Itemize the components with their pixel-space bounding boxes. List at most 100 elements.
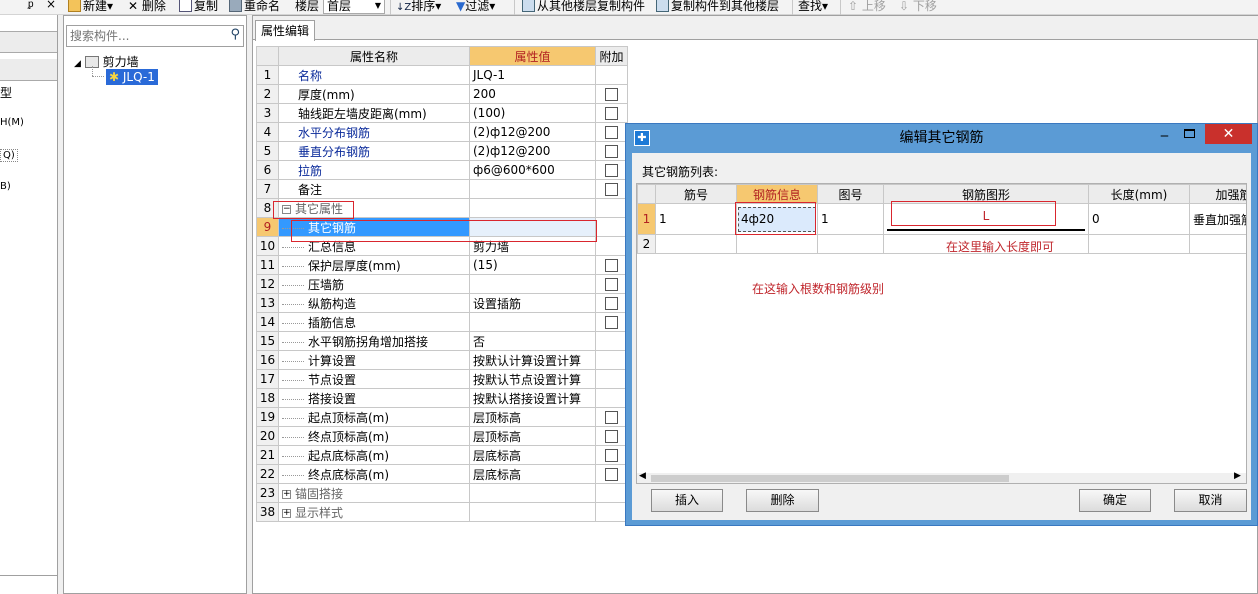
- property-value[interactable]: JLQ-1: [469, 65, 596, 85]
- extra-checkbox[interactable]: [605, 411, 618, 424]
- property-name-cell[interactable]: 起点底标高(m): [278, 445, 470, 465]
- rename-button[interactable]: 重命名: [229, 0, 280, 15]
- new-button[interactable]: 新建▾: [68, 0, 113, 15]
- property-row[interactable]: 2 厚度(mm) 200: [256, 84, 628, 104]
- property-name-cell[interactable]: 纵筋构造: [278, 293, 470, 313]
- property-row[interactable]: 19 起点顶标高(m) 层顶标高: [256, 407, 628, 427]
- cell-rebar-info[interactable]: [736, 234, 818, 254]
- property-value[interactable]: (2)ф12@200: [469, 141, 596, 161]
- extra-checkbox[interactable]: [605, 88, 618, 101]
- cell-length[interactable]: 0: [1088, 203, 1190, 235]
- extra-checkbox[interactable]: [605, 430, 618, 443]
- type-line-3[interactable]: Q): [0, 149, 18, 162]
- expand-icon[interactable]: +: [282, 508, 291, 518]
- copy-button[interactable]: 复制: [179, 0, 218, 15]
- property-value[interactable]: 按默认节点设置计算: [469, 369, 596, 389]
- property-row[interactable]: 20 终点顶标高(m) 层顶标高: [256, 426, 628, 446]
- property-value[interactable]: 否: [469, 331, 596, 351]
- extra-checkbox[interactable]: [605, 164, 618, 177]
- property-row[interactable]: 12 压墙筋: [256, 274, 628, 294]
- scroll-right-icon[interactable]: ▶: [1234, 471, 1241, 481]
- property-value[interactable]: 层顶标高: [469, 426, 596, 446]
- property-value[interactable]: 层顶标高: [469, 407, 596, 427]
- property-row[interactable]: 15 水平钢筋拐角增加搭接 否: [256, 331, 628, 351]
- property-value[interactable]: [469, 312, 596, 332]
- cell-reinforce-type[interactable]: 垂直加强筋: [1189, 203, 1246, 235]
- tree-item-jlq-1[interactable]: ✱ JLQ-1: [106, 69, 158, 85]
- cell-length[interactable]: [1088, 234, 1190, 254]
- pin-icon[interactable]: ᵱ: [28, 0, 34, 14]
- extra-checkbox[interactable]: [605, 316, 618, 329]
- delete-button[interactable]: 删除: [746, 489, 819, 512]
- property-value[interactable]: [469, 198, 596, 218]
- property-row[interactable]: 13 纵筋构造 设置插筋: [256, 293, 628, 313]
- property-name-cell[interactable]: + 显示样式: [278, 502, 470, 522]
- property-name-cell[interactable]: 水平分布钢筋: [278, 122, 470, 142]
- find-button[interactable]: 查找▾: [798, 0, 828, 15]
- copy-from-floor-button[interactable]: 从其他楼层复制构件: [522, 0, 645, 15]
- property-name-cell[interactable]: 终点顶标高(m): [278, 426, 470, 446]
- property-name-cell[interactable]: + 锚固搭接: [278, 483, 470, 503]
- ok-button[interactable]: 确定: [1079, 489, 1151, 512]
- property-value[interactable]: 按默认计算设置计算: [469, 350, 596, 370]
- property-name-cell[interactable]: 保护层厚度(mm): [278, 255, 470, 275]
- property-value[interactable]: (100): [469, 103, 596, 123]
- property-row[interactable]: 17 节点设置 按默认节点设置计算: [256, 369, 628, 389]
- property-row[interactable]: 6 拉筋 ф6@600*600: [256, 160, 628, 180]
- type-line-4[interactable]: B): [0, 181, 11, 192]
- cell-bar-no[interactable]: [655, 234, 737, 254]
- property-value[interactable]: 层底标高: [469, 445, 596, 465]
- cell-reinforce-type[interactable]: [1189, 234, 1246, 254]
- close-icon[interactable]: ✕: [1205, 124, 1252, 144]
- property-value[interactable]: (2)ф12@200: [469, 122, 596, 142]
- property-value[interactable]: 200: [469, 84, 596, 104]
- property-row[interactable]: 38 + 显示样式: [256, 502, 628, 522]
- cancel-button[interactable]: 取消: [1174, 489, 1247, 512]
- copy-to-floor-button[interactable]: 复制构件到其他楼层: [656, 0, 779, 15]
- tree-root[interactable]: ◢ 剪力墙: [74, 53, 139, 70]
- filter-button[interactable]: ▼过滤▾: [456, 0, 495, 15]
- property-name-cell[interactable]: 拉筋: [278, 160, 470, 180]
- extra-checkbox[interactable]: [605, 183, 618, 196]
- extra-checkbox[interactable]: [605, 468, 618, 481]
- close-icon[interactable]: ×: [46, 0, 56, 13]
- property-value[interactable]: [469, 179, 596, 199]
- property-row[interactable]: 1 名称 JLQ-1: [256, 65, 628, 85]
- property-name-cell[interactable]: 搭接设置: [278, 388, 470, 408]
- type-line-1[interactable]: 型: [0, 84, 12, 101]
- property-name-cell[interactable]: 垂直分布钢筋: [278, 141, 470, 161]
- property-name-cell[interactable]: 计算设置: [278, 350, 470, 370]
- move-up-button[interactable]: ⇧ 上移: [848, 0, 886, 15]
- sort-button[interactable]: ↓Z排序▾: [396, 0, 441, 15]
- type-line-2[interactable]: H(M): [0, 117, 24, 128]
- property-value[interactable]: 层底标高: [469, 464, 596, 484]
- extra-checkbox[interactable]: [605, 126, 618, 139]
- search-icon[interactable]: ⚲: [230, 27, 240, 42]
- minimize-icon[interactable]: ‒: [1160, 122, 1169, 150]
- extra-checkbox[interactable]: [605, 278, 618, 291]
- property-row[interactable]: 5 垂直分布钢筋 (2)ф12@200: [256, 141, 628, 161]
- cell-bar-no[interactable]: 1: [655, 203, 737, 235]
- property-value[interactable]: [469, 502, 596, 522]
- property-row[interactable]: 18 搭接设置 按默认搭接设置计算: [256, 388, 628, 408]
- property-value[interactable]: (15): [469, 255, 596, 275]
- property-name-cell[interactable]: 名称: [278, 65, 470, 85]
- search-input[interactable]: [67, 26, 223, 46]
- extra-checkbox[interactable]: [605, 259, 618, 272]
- property-name-cell[interactable]: 节点设置: [278, 369, 470, 389]
- property-name-cell[interactable]: 厚度(mm): [278, 84, 470, 104]
- scroll-left-icon[interactable]: ◀: [639, 471, 646, 481]
- property-row[interactable]: 22 终点底标高(m) 层底标高: [256, 464, 628, 484]
- insert-button[interactable]: 插入: [651, 489, 723, 512]
- property-name-cell[interactable]: 终点底标高(m): [278, 464, 470, 484]
- extra-checkbox[interactable]: [605, 145, 618, 158]
- property-row[interactable]: 16 计算设置 按默认计算设置计算: [256, 350, 628, 370]
- property-value[interactable]: [469, 274, 596, 294]
- property-value[interactable]: ф6@600*600: [469, 160, 596, 180]
- cell-figure-no[interactable]: [817, 234, 884, 254]
- property-row[interactable]: 4 水平分布钢筋 (2)ф12@200: [256, 122, 628, 142]
- property-name-cell[interactable]: 备注: [278, 179, 470, 199]
- tree-expand-icon[interactable]: ◢: [74, 59, 81, 69]
- property-row[interactable]: 3 轴线距左墙皮距离(mm) (100): [256, 103, 628, 123]
- property-name-cell[interactable]: 插筋信息: [278, 312, 470, 332]
